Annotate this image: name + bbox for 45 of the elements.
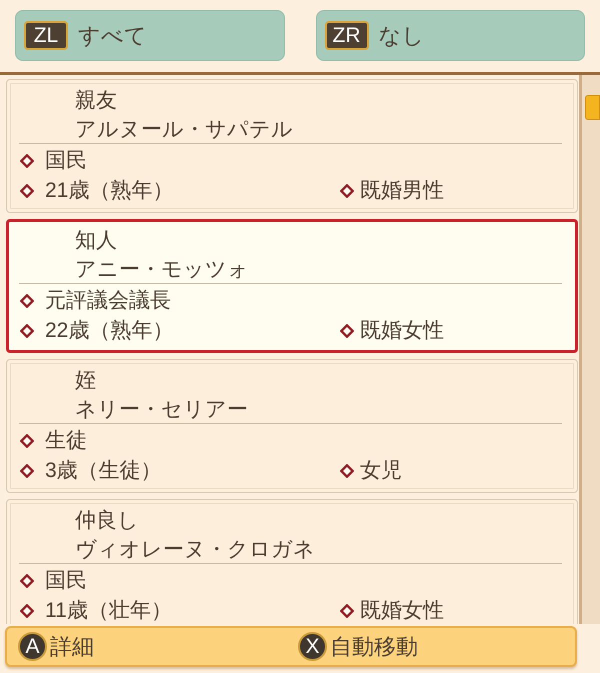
diamond-icon — [20, 604, 34, 618]
marital-status-text: 既婚女性 — [360, 318, 444, 344]
diamond-icon — [340, 464, 354, 478]
relation-label: 仲良し — [75, 508, 139, 534]
age-text: 11歳（壮年） — [45, 598, 172, 624]
key-badge: ZR — [324, 21, 368, 50]
person-name: アニー・モッツォ — [75, 256, 249, 283]
person-name: ネリー・セリアー — [75, 396, 248, 423]
title-text: 生徒 — [45, 428, 87, 454]
title-text: 国民 — [45, 568, 87, 594]
diamond-icon — [20, 574, 34, 588]
marital-status-text: 既婚女性 — [360, 598, 444, 624]
diamond-icon — [20, 184, 34, 198]
diamond-icon — [340, 324, 354, 338]
diamond-icon — [20, 324, 34, 338]
person-name: アルヌール・サパテル — [75, 116, 293, 143]
person-card[interactable]: 知人 アニー・モッツォ 元評議会議長 22歳（熟年） 既婚女性 — [6, 219, 578, 353]
title-text: 国民 — [45, 148, 87, 174]
diamond-icon — [20, 434, 34, 448]
key-badge: ZL — [24, 21, 68, 50]
age-text: 22歳（熟年） — [45, 318, 174, 344]
relation-label: 姪 — [75, 368, 96, 394]
person-name: ヴィオレーヌ・クロガネ — [75, 536, 315, 563]
age-text: 21歳（熟年） — [45, 178, 174, 204]
action-hint-button[interactable]: X 自動移動 — [298, 630, 418, 663]
diamond-icon — [20, 154, 34, 168]
title-text: 元評議会議長 — [45, 288, 171, 314]
person-card[interactable]: 姪 ネリー・セリアー 生徒 3歳（生徒） 女児 — [6, 359, 578, 493]
filter-button[interactable]: ZR なし — [316, 10, 585, 61]
relation-label: 親友 — [75, 88, 117, 114]
key-badge: A — [18, 632, 47, 661]
action-hint-button[interactable]: A 詳細 — [18, 630, 298, 663]
diamond-icon — [20, 294, 34, 308]
person-card[interactable]: 親友 アルヌール・サパテル 国民 21歳（熟年） 既婚男性 — [6, 79, 578, 213]
scrollbar-thumb[interactable] — [585, 95, 600, 120]
relation-label: 知人 — [75, 228, 117, 254]
marital-status-text: 既婚男性 — [360, 178, 444, 204]
diamond-icon — [20, 464, 34, 478]
diamond-icon — [340, 184, 354, 198]
key-badge: X — [298, 632, 327, 661]
diamond-icon — [340, 604, 354, 618]
filter-button[interactable]: ZL すべて — [15, 10, 284, 61]
marital-status-text: 女児 — [360, 458, 402, 484]
age-text: 3歳（生徒） — [45, 458, 162, 484]
person-card[interactable]: 仲良し ヴィオレーヌ・クロガネ 国民 11歳（壮年） 既婚女性 — [6, 499, 578, 624]
